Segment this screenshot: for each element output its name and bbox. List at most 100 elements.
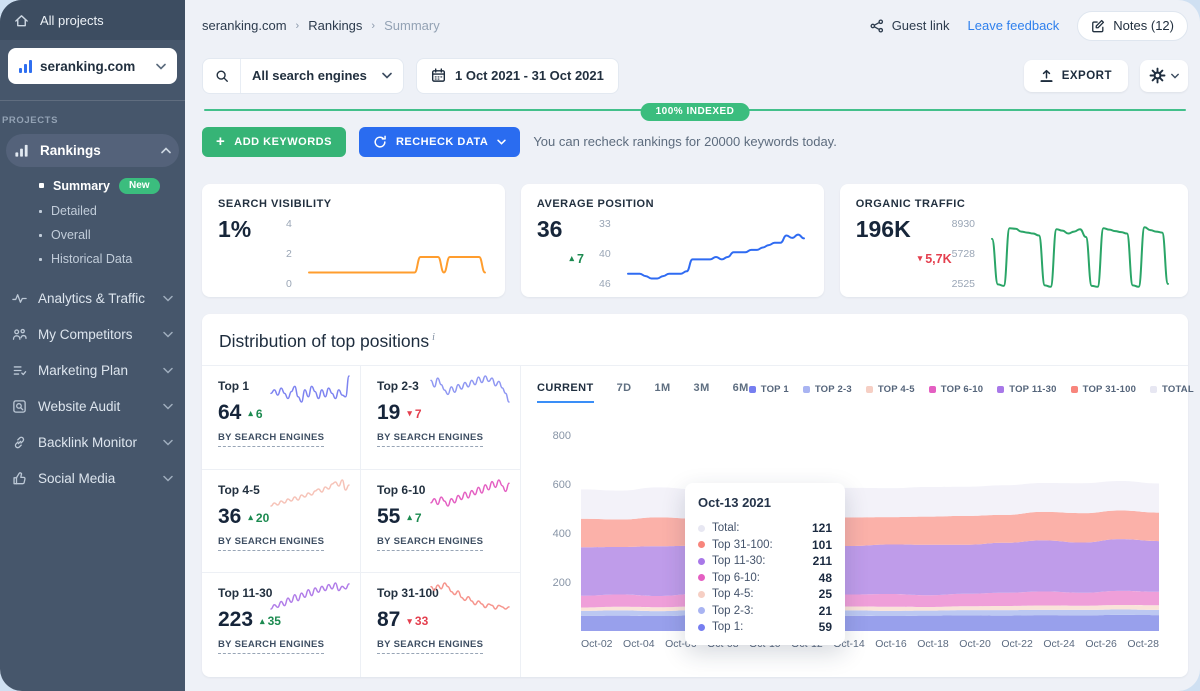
- info-icon[interactable]: i: [432, 332, 435, 343]
- chevron-down-icon: [163, 331, 173, 338]
- subitem-label: Overall: [51, 228, 91, 242]
- search-engine-select[interactable]: All search engines: [202, 58, 404, 94]
- project-selector[interactable]: seranking.com: [8, 48, 177, 84]
- audit-icon: [12, 399, 27, 414]
- mini-value: 223▴35: [218, 609, 350, 630]
- legend-item-total[interactable]: TOTAL: [1150, 384, 1194, 395]
- stacked-area-chart[interactable]: 800600400200 Oct-02Oct-04Oct-06Oct-08Oct…: [537, 417, 1178, 650]
- sidebar-item-analytics-traffic[interactable]: Analytics & Traffic: [0, 280, 185, 316]
- stat-row: 196K▾5,7K893057282525: [856, 218, 1176, 296]
- mini-value: 36▴20: [218, 506, 350, 527]
- axis-tick: 40: [599, 248, 611, 260]
- tooltip-label: Top 11-30:: [712, 555, 766, 567]
- delta-value: 6: [256, 408, 263, 420]
- by-search-engines-link[interactable]: BY SEARCH ENGINES: [377, 639, 483, 654]
- axis-tick: 0: [286, 278, 292, 290]
- add-keywords-button[interactable]: + ADD KEYWORDS: [202, 127, 346, 157]
- x-tick: Oct-26: [1085, 638, 1117, 650]
- stat-value: 196K: [856, 218, 911, 296]
- sidebar-item-rankings[interactable]: Rankings: [6, 134, 179, 167]
- new-badge: New: [119, 178, 160, 194]
- mini-card-top-1: Top 164▴6BY SEARCH ENGINES: [202, 366, 361, 470]
- sidebar-item-marketing-plan[interactable]: Marketing Plan: [0, 352, 185, 388]
- refresh-icon: [373, 135, 387, 149]
- chart-legend: TOP 1 TOP 2-3 TOP 4-5 TOP 6-10 TOP 11-30 TOP …: [749, 382, 1194, 395]
- legend-item-top-31-100[interactable]: TOP 31-100: [1071, 384, 1136, 395]
- breadcrumb-item[interactable]: seranking.com: [202, 18, 287, 33]
- x-tick: Oct-28: [1127, 638, 1159, 650]
- sidebar-item-label: Analytics & Traffic: [38, 291, 145, 306]
- distribution-chart-panel: CURRENT 7D 1M 3M 6M TOP 1 TOP 2-3 TOP 4-5 TOP 6…: [521, 366, 1188, 677]
- sidebar-subitem-overall[interactable]: Overall: [0, 223, 185, 247]
- tooltip-dot: [698, 525, 705, 532]
- notes-button[interactable]: Notes (12): [1077, 11, 1188, 41]
- by-search-engines-link[interactable]: BY SEARCH ENGINES: [218, 536, 324, 551]
- mini-delta: ▾7: [407, 405, 421, 423]
- delta-arrow-icon: ▾: [407, 409, 412, 418]
- sidebar-item-backlink-monitor[interactable]: Backlink Monitor: [0, 424, 185, 460]
- recheck-data-button[interactable]: RECHECK DATA: [359, 127, 520, 157]
- axis-tick: 8930: [952, 218, 975, 230]
- stat-sparkline: [984, 218, 1176, 296]
- x-tick: Oct-02: [581, 638, 613, 650]
- legend-item-top-2-3[interactable]: TOP 2-3: [803, 384, 852, 395]
- mini-sparkline: [428, 580, 512, 612]
- legend-item-top-1[interactable]: TOP 1: [749, 384, 789, 395]
- legend-item-top-4-5[interactable]: TOP 4-5: [866, 384, 915, 395]
- chevron-down-icon: [1171, 73, 1179, 79]
- svg-text:600: 600: [553, 479, 571, 491]
- by-search-engines-link[interactable]: BY SEARCH ENGINES: [377, 536, 483, 551]
- axis-tick: 4: [286, 218, 292, 230]
- sidebar-item-website-audit[interactable]: Website Audit: [0, 388, 185, 424]
- sidebar-item-my-competitors[interactable]: My Competitors: [0, 316, 185, 352]
- export-button[interactable]: EXPORT: [1024, 60, 1128, 92]
- all-projects-link[interactable]: All projects: [0, 0, 185, 40]
- date-range-picker[interactable]: 1 Oct 2021 - 31 Oct 2021: [416, 58, 619, 94]
- stat-axis: 334046: [599, 218, 611, 290]
- stat-title: ORGANIC TRAFFIC: [856, 198, 1176, 210]
- search-icon[interactable]: [203, 59, 241, 93]
- guest-link-button[interactable]: Guest link: [870, 18, 950, 33]
- stat-value-wrap: 36▴7: [537, 218, 584, 296]
- plus-icon: +: [216, 134, 225, 149]
- tab-6m[interactable]: 6M: [733, 382, 749, 403]
- search-engine-value: All search engines: [252, 68, 367, 83]
- delta-arrow-icon: ▴: [248, 513, 253, 522]
- stat-row: 1%420: [218, 218, 493, 296]
- settings-button[interactable]: [1140, 60, 1188, 92]
- legend-item-top-6-10[interactable]: TOP 6-10: [929, 384, 983, 395]
- mini-sparkline: [268, 580, 352, 612]
- sidebar-subitem-detailed[interactable]: Detailed: [0, 199, 185, 223]
- date-range-value: 1 Oct 2021 - 31 Oct 2021: [455, 68, 604, 83]
- mini-sparkline: [428, 373, 512, 405]
- calendar-icon: [431, 68, 446, 83]
- tab-1m[interactable]: 1M: [654, 382, 670, 403]
- top-positions-mini-grid: Top 164▴6BY SEARCH ENGINESTop 2-319▾7BY …: [202, 366, 521, 677]
- tooltip-value: 211: [813, 554, 832, 568]
- tab-current[interactable]: CURRENT: [537, 382, 594, 403]
- tab-3m[interactable]: 3M: [694, 382, 710, 403]
- home-icon: [14, 13, 29, 28]
- delta-value: 20: [256, 512, 269, 524]
- sidebar-item-social-media[interactable]: Social Media: [0, 460, 185, 496]
- sidebar-subitem-historical-data[interactable]: Historical Data: [0, 247, 185, 271]
- tooltip-row: Top 11-30: 211: [698, 553, 832, 570]
- breadcrumb-item[interactable]: Rankings: [308, 18, 362, 33]
- delta-arrow-icon: ▴: [407, 513, 412, 522]
- legend-item-top-11-30[interactable]: TOP 11-30: [997, 384, 1056, 395]
- delta-value: 35: [268, 615, 281, 627]
- mini-value-number: 19: [377, 402, 400, 423]
- tooltip-label: Top 6-10:: [712, 572, 760, 584]
- leave-feedback-link[interactable]: Leave feedback: [968, 18, 1060, 33]
- svg-text:400: 400: [553, 528, 571, 540]
- tooltip-value: 59: [819, 620, 832, 634]
- by-search-engines-link[interactable]: BY SEARCH ENGINES: [218, 639, 324, 654]
- by-search-engines-link[interactable]: BY SEARCH ENGINES: [218, 432, 324, 447]
- by-search-engines-link[interactable]: BY SEARCH ENGINES: [377, 432, 483, 447]
- stat-title: AVERAGE POSITION: [537, 198, 812, 210]
- period-tabs: CURRENT 7D 1M 3M 6M: [537, 382, 749, 403]
- tab-7d[interactable]: 7D: [617, 382, 632, 403]
- sidebar-subitem-summary[interactable]: SummaryNew: [0, 172, 185, 199]
- stat-title: SEARCH VISIBILITY: [218, 198, 493, 210]
- tooltip-value: 25: [819, 587, 832, 601]
